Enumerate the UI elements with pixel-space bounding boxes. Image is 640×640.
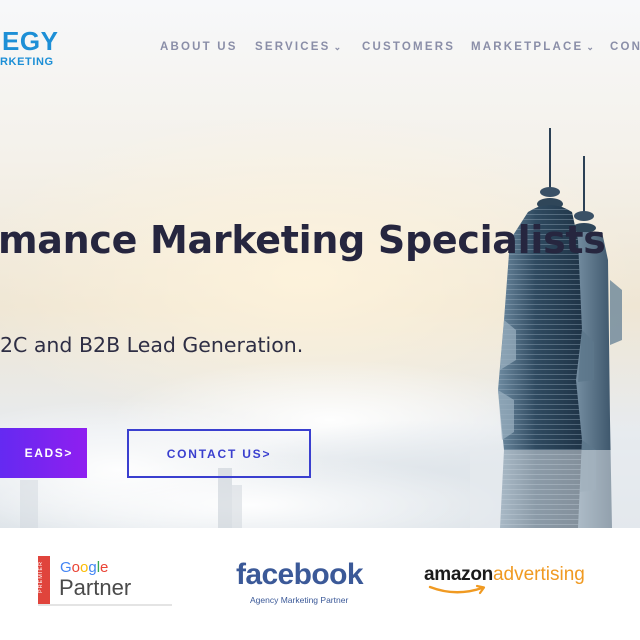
nav-item-label: ABOUT US [160, 41, 238, 53]
nav-item-label: MARKETPLACE [471, 41, 584, 53]
advertising-wordmark: advertising [492, 564, 585, 585]
nav-item-label: CUSTOMERS [362, 41, 456, 53]
amazon-smile-icon [428, 584, 486, 595]
nav-item-label: SERVICES [255, 41, 331, 53]
nav-item-label: CONT [610, 41, 640, 53]
amazon-advertising-wordmark: amazonadvertising [424, 564, 585, 586]
get-leads-button[interactable]: EADS> [0, 428, 87, 478]
partner-logos: PREMIER Google Partner facebook Agency M… [0, 528, 640, 640]
nav-item-marketplace[interactable]: MARKETPLACE ⌄ [471, 41, 594, 53]
site-header: EGY RKETING ABOUT US SERVICES ⌄ CUSTOMERS… [0, 0, 640, 96]
contact-us-button[interactable]: CONTACT US> [127, 429, 311, 478]
nav-item-about-us[interactable]: ABOUT US [160, 41, 238, 53]
nav-item-contact[interactable]: CONT [610, 41, 640, 53]
facebook-partner-badge[interactable]: facebook Agency Marketing Partner [230, 558, 380, 618]
partner-label: Partner [59, 575, 132, 600]
amazon-advertising-badge[interactable]: amazonadvertising [424, 564, 614, 604]
skyscraper-image [470, 128, 640, 528]
chevron-down-icon: ⌄ [586, 42, 594, 52]
facebook-partner-label: Agency Marketing Partner [250, 595, 349, 605]
google-partner-badge[interactable]: PREMIER Google Partner [38, 556, 178, 636]
google-wordmark: Google [60, 559, 109, 576]
premier-label: PREMIER [38, 560, 45, 594]
main-nav: ABOUT US SERVICES ⌄ CUSTOMERS MARKETPLACE… [160, 41, 640, 57]
hero-headline: mance Marketing Specialists [0, 218, 606, 262]
amazon-wordmark: amazon [424, 564, 493, 585]
hero-section: EGY RKETING ABOUT US SERVICES ⌄ CUSTOMERS… [0, 0, 640, 528]
logo-wordmark: EGY [2, 26, 59, 56]
chevron-down-icon: ⌄ [333, 42, 342, 52]
google-logo: Google [60, 559, 108, 576]
nav-item-services[interactable]: SERVICES ⌄ [255, 41, 341, 53]
logo-tagline: RKETING [0, 56, 54, 68]
divider [38, 604, 172, 606]
premier-bar: PREMIER [38, 556, 50, 604]
hero-subheadline: 2C and B2B Lead Generation. [0, 333, 304, 357]
nav-item-customers[interactable]: CUSTOMERS [362, 41, 455, 53]
facebook-wordmark: facebook [236, 558, 364, 591]
